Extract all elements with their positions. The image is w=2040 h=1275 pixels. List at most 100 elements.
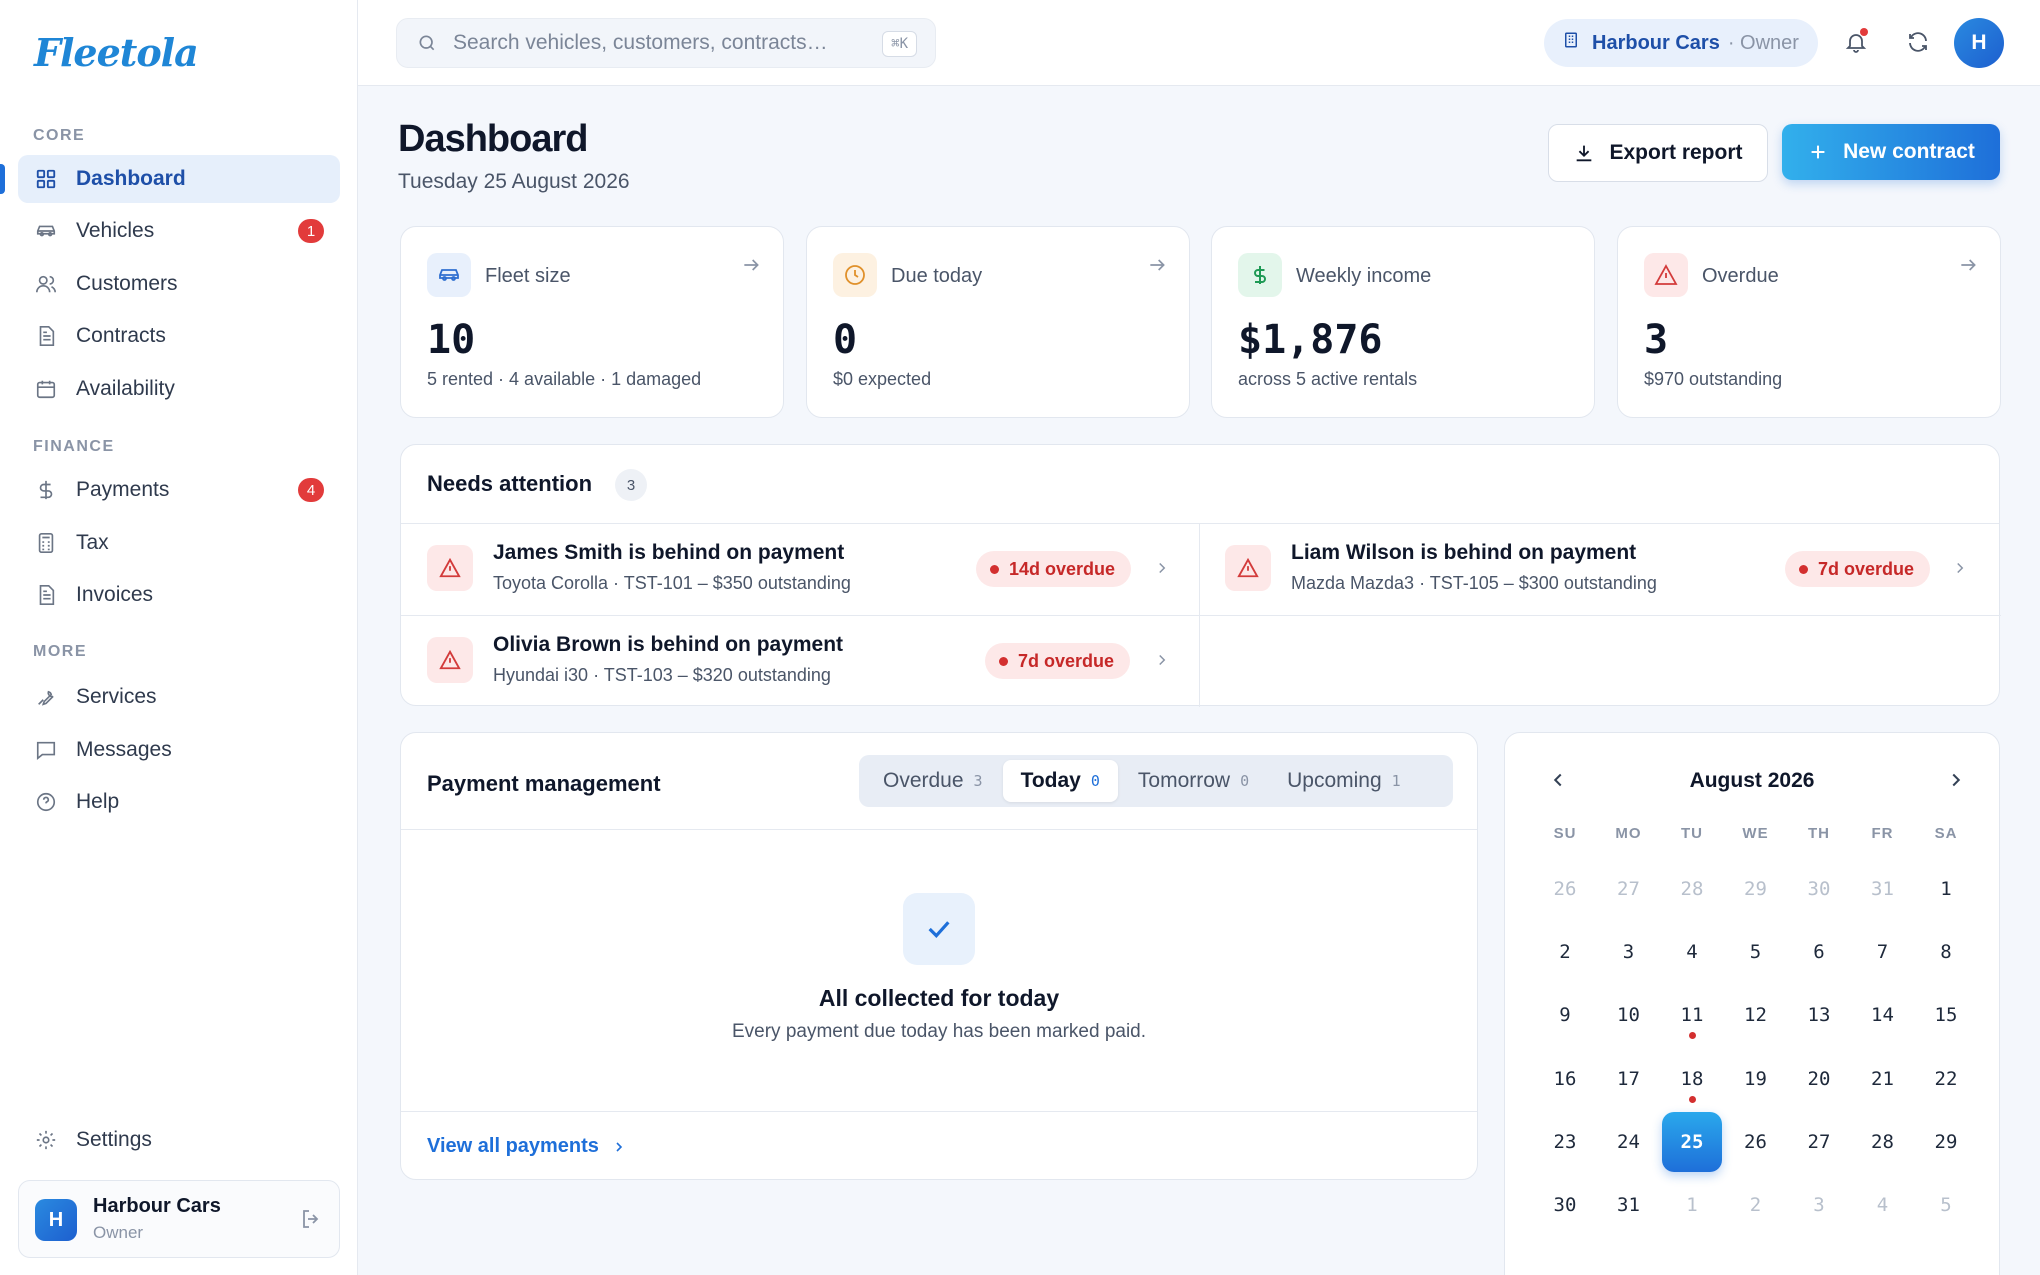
user-card[interactable]: H Harbour Cars Owner <box>18 1180 340 1258</box>
stat-value: $1,876 <box>1238 317 1383 363</box>
stat-card-fleet-size[interactable]: Fleet size 10 5 rented · 4 available · 1… <box>400 226 784 418</box>
search-input[interactable] <box>453 31 853 55</box>
sidebar-item-invoices[interactable]: Invoices <box>18 571 340 619</box>
attention-item[interactable]: James Smith is behind on payment Toyota … <box>401 523 1199 615</box>
tab-upcoming[interactable]: Upcoming 1 <box>1269 760 1419 802</box>
calendar-day[interactable]: 19 <box>1726 1049 1786 1109</box>
sidebar-item-availability[interactable]: Availability <box>18 365 340 413</box>
calendar-day[interactable]: 23 <box>1535 1112 1595 1172</box>
calendar-day[interactable]: 9 <box>1535 985 1595 1045</box>
sidebar-item-dashboard[interactable]: Dashboard <box>18 155 340 203</box>
calendar-day[interactable]: 30 <box>1789 859 1849 919</box>
calendar-day[interactable]: 30 <box>1535 1175 1595 1235</box>
export-report-button[interactable]: Export report <box>1548 124 1768 182</box>
calendar-day[interactable]: 22 <box>1916 1049 1976 1109</box>
sidebar-item-customers[interactable]: Customers <box>18 260 340 308</box>
gear-icon <box>33 1127 59 1153</box>
search-box[interactable]: ⌘K <box>396 18 936 68</box>
calendar-day[interactable]: 26 <box>1726 1112 1786 1172</box>
calendar-day[interactable]: 2 <box>1726 1175 1786 1235</box>
avatar[interactable]: H <box>1954 18 2004 68</box>
calendar-day[interactable]: 1 <box>1916 859 1976 919</box>
calendar-day[interactable]: 2 <box>1535 922 1595 982</box>
bell-icon[interactable] <box>1840 26 1872 58</box>
calendar-day[interactable]: 1 <box>1662 1175 1722 1235</box>
new-contract-button[interactable]: New contract <box>1782 124 2000 180</box>
message-icon <box>33 737 59 763</box>
calendar-day[interactable]: 21 <box>1853 1049 1913 1109</box>
calendar-day[interactable]: 28 <box>1853 1112 1913 1172</box>
calendar-day[interactable]: 24 <box>1599 1112 1659 1172</box>
calendar-day[interactable]: 18 <box>1662 1049 1722 1109</box>
alert-icon <box>427 545 473 591</box>
view-all-payments-link[interactable]: View all payments <box>427 1135 627 1158</box>
sidebar-item-settings[interactable]: Settings <box>18 1116 340 1164</box>
calendar-day[interactable]: 31 <box>1853 859 1913 919</box>
sidebar-item-tax[interactable]: Tax <box>18 519 340 567</box>
refresh-icon[interactable] <box>1902 26 1934 58</box>
alert-icon <box>1225 545 1271 591</box>
calendar-day[interactable]: 29 <box>1726 859 1786 919</box>
sidebar-item-services[interactable]: Services <box>18 673 340 721</box>
tab-today[interactable]: Today 0 <box>1002 760 1118 802</box>
calendar-day[interactable]: 4 <box>1662 922 1722 982</box>
sidebar-item-label: Help <box>76 790 120 813</box>
sidebar-item-help[interactable]: Help <box>18 778 340 826</box>
calendar-day[interactable]: 10 <box>1599 985 1659 1045</box>
calendar-day[interactable]: 26 <box>1535 859 1595 919</box>
calendar-day[interactable]: 11 <box>1662 985 1722 1045</box>
tab-tomorrow[interactable]: Tomorrow 0 <box>1120 760 1267 802</box>
calendar-day-selected[interactable]: 25 <box>1662 1111 1722 1172</box>
attention-item[interactable]: Olivia Brown is behind on payment Hyunda… <box>401 615 1199 707</box>
chevron-right-icon[interactable] <box>1945 769 1969 793</box>
calendar-day[interactable]: 17 <box>1599 1049 1659 1109</box>
stat-card-due-today[interactable]: Due today 0 $0 expected <box>806 226 1190 418</box>
calendar-day[interactable]: 8 <box>1916 922 1976 982</box>
export-label: Export report <box>1609 141 1743 164</box>
calendar-day[interactable]: 5 <box>1916 1175 1976 1235</box>
calendar-day[interactable]: 15 <box>1916 985 1976 1045</box>
weekday-label: SU <box>1553 825 1577 842</box>
search-icon <box>417 33 437 53</box>
weekday-label: SA <box>1934 825 1958 842</box>
section-finance: FINANCE <box>33 438 115 455</box>
section-core: CORE <box>33 127 86 144</box>
calendar-day[interactable]: 20 <box>1789 1049 1849 1109</box>
weekday-label: WE <box>1742 825 1769 842</box>
calendar-day[interactable]: 4 <box>1853 1175 1913 1235</box>
stat-sub: $970 outstanding <box>1644 369 1783 389</box>
sidebar-item-messages[interactable]: Messages <box>18 726 340 774</box>
calendar-day[interactable]: 16 <box>1535 1049 1595 1109</box>
sidebar-item-payments[interactable]: Payments 4 <box>18 466 340 514</box>
sidebar-item-label: Payments <box>76 478 170 501</box>
sidebar-item-label: Availability <box>76 377 175 400</box>
logo[interactable]: Fleetola <box>34 30 199 75</box>
calendar-day[interactable]: 29 <box>1916 1112 1976 1172</box>
dollar-icon <box>1238 253 1282 297</box>
attention-item[interactable]: Liam Wilson is behind on payment Mazda M… <box>1199 523 1997 615</box>
calendar-day[interactable]: 12 <box>1726 985 1786 1045</box>
stat-card-weekly-income[interactable]: Weekly income $1,876 across 5 active ren… <box>1211 226 1595 418</box>
sidebar-item-contracts[interactable]: Contracts <box>18 312 340 360</box>
calendar-day[interactable]: 14 <box>1853 985 1913 1045</box>
calendar-day[interactable]: 5 <box>1726 922 1786 982</box>
org-switcher[interactable]: Harbour Cars · Owner <box>1544 19 1818 67</box>
event-dot <box>1689 1032 1696 1040</box>
calendar-day[interactable]: 6 <box>1789 922 1849 982</box>
calendar-day[interactable]: 27 <box>1789 1112 1849 1172</box>
calendar-day[interactable]: 13 <box>1789 985 1849 1045</box>
calendar-day[interactable]: 3 <box>1789 1175 1849 1235</box>
calendar-day[interactable]: 28 <box>1662 859 1722 919</box>
needs-attention-panel: Needs attention 3 James Smith is behind … <box>400 444 2001 707</box>
sidebar-item-label: Services <box>76 685 157 708</box>
stat-value: 10 <box>427 317 476 363</box>
calendar-day[interactable]: 7 <box>1853 922 1913 982</box>
calendar-day[interactable]: 31 <box>1599 1175 1659 1235</box>
tab-overdue[interactable]: Overdue 3 <box>865 760 1001 802</box>
sidebar-item-vehicles[interactable]: Vehicles 1 <box>18 207 340 255</box>
logout-icon[interactable] <box>299 1207 323 1231</box>
stat-card-overdue[interactable]: Overdue 3 $970 outstanding <box>1617 226 2001 418</box>
topbar: ⌘K Harbour Cars · Owner H <box>358 0 2040 86</box>
calendar-day[interactable]: 27 <box>1599 859 1659 919</box>
calendar-day[interactable]: 3 <box>1599 922 1659 982</box>
